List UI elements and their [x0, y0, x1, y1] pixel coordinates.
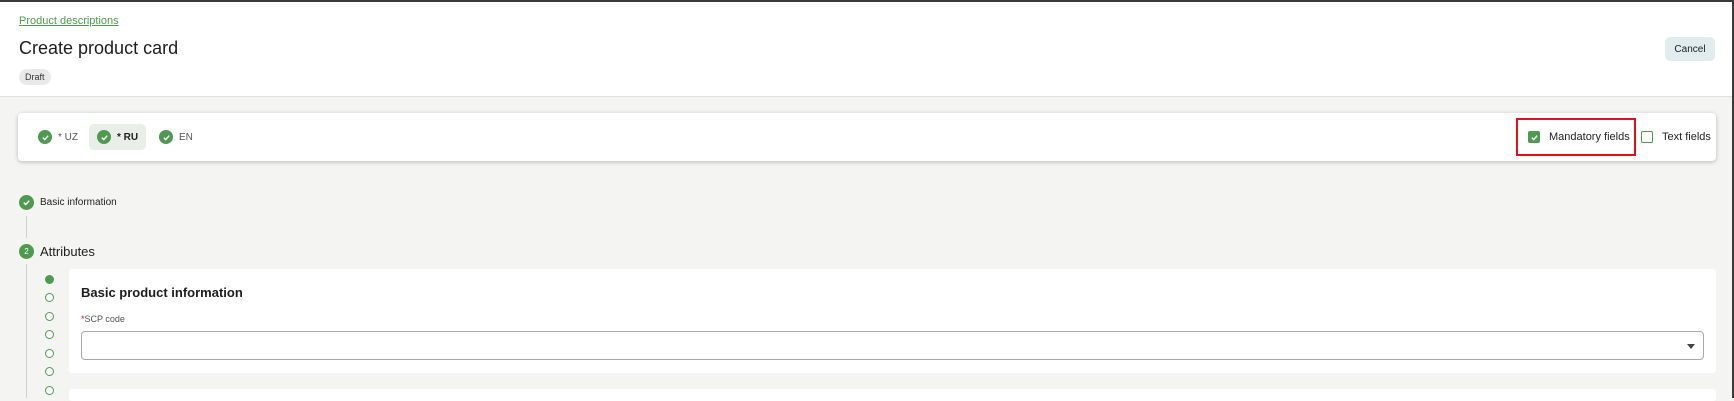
tab-label: * RU	[117, 131, 139, 143]
section-nav-dot-active[interactable]	[45, 275, 54, 284]
step-attributes[interactable]: 2 Attributes	[19, 244, 95, 259]
tab-language-ru[interactable]: * RU	[89, 124, 147, 150]
text-fields-label: Text fields	[1662, 131, 1711, 143]
scp-code-label: *SCP code	[81, 314, 125, 324]
tab-language-en[interactable]: EN	[151, 124, 201, 150]
cancel-button[interactable]: Cancel	[1665, 37, 1715, 61]
page-header: Product descriptions Create product card…	[0, 2, 1732, 97]
step-basic-information[interactable]: Basic information	[19, 195, 117, 210]
scp-code-select[interactable]	[81, 331, 1704, 360]
section-nav-dot[interactable]	[45, 293, 54, 302]
page-title: Create product card	[19, 38, 179, 58]
tab-language-uz[interactable]: * UZ	[30, 124, 86, 150]
tab-label: * UZ	[58, 131, 78, 143]
scp-code-label-text: SCP code	[84, 314, 125, 324]
step-connector	[26, 216, 27, 238]
section-nav-dot[interactable]	[45, 367, 54, 376]
breadcrumb-product-descriptions[interactable]: Product descriptions	[19, 15, 119, 27]
checkbox-checked-icon[interactable]	[1528, 131, 1540, 143]
basic-product-information-card: Basic product information *SCP code	[69, 269, 1716, 373]
step-connector	[26, 264, 27, 398]
section-nav-dot[interactable]	[45, 349, 54, 358]
language-toolbar: * UZ * RU EN Mandatory fields Text field…	[18, 113, 1716, 161]
section-nav-dot[interactable]	[45, 330, 54, 339]
check-circle-icon	[38, 130, 52, 144]
status-badge: Draft	[19, 69, 51, 85]
text-fields-checkbox[interactable]: Text fields	[1641, 131, 1711, 143]
step-label: Attributes	[40, 244, 95, 259]
section-nav-dot[interactable]	[45, 386, 54, 395]
step-complete-icon	[19, 195, 34, 210]
check-circle-icon	[97, 130, 111, 144]
check-circle-icon	[159, 130, 173, 144]
mandatory-fields-checkbox[interactable]: Mandatory fields	[1528, 131, 1630, 143]
step-label: Basic information	[40, 197, 117, 208]
checkbox-unchecked-icon[interactable]	[1641, 131, 1653, 143]
section-title: Basic product information	[81, 285, 243, 300]
section-nav-dot[interactable]	[45, 312, 54, 321]
step-number-badge: 2	[19, 244, 34, 259]
caret-down-icon	[1687, 344, 1695, 349]
next-section-card	[69, 389, 1716, 401]
tab-label: EN	[179, 131, 193, 143]
mandatory-fields-label: Mandatory fields	[1549, 131, 1630, 143]
